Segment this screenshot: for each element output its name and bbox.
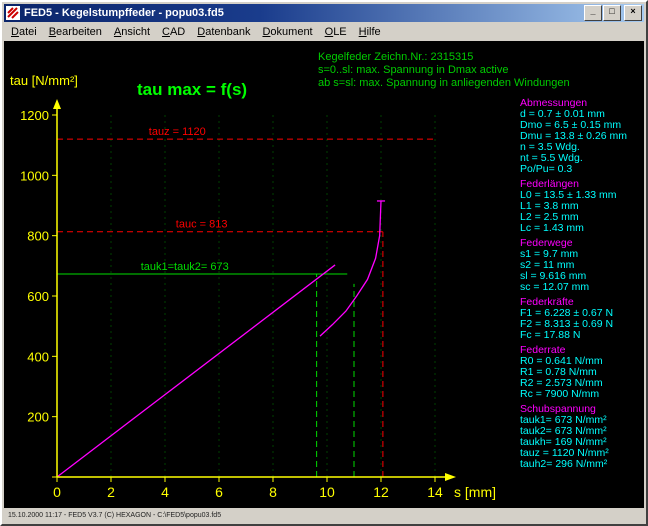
menu-item-bearbeiten[interactable]: Bearbeiten xyxy=(43,24,108,40)
x-tick-label: 10 xyxy=(319,484,335,500)
app-icon-graphic xyxy=(6,6,20,20)
titlebar[interactable]: FED5 - Kegelstumpffeder - popu03.fd5 _ □… xyxy=(4,4,644,22)
y-tick-label: 200 xyxy=(27,410,49,425)
menu-rest: nsicht xyxy=(121,26,150,38)
y-tick-label: 400 xyxy=(27,349,49,364)
menu-item-datei[interactable]: Datei xyxy=(5,24,43,40)
menu-item-hilfe[interactable]: Hilfe xyxy=(353,24,387,40)
drawing-number-line: Kegelfeder Zeichn.Nr.: 2315315 xyxy=(318,51,570,64)
menu-item-cad[interactable]: CAD xyxy=(156,24,191,40)
app-icon[interactable] xyxy=(6,6,20,20)
x-axis-label: s [mm] xyxy=(454,484,496,500)
param-value: Po/Pu= 0.3 xyxy=(520,164,627,175)
menu-rest: okument xyxy=(270,26,312,38)
param-value: Lc = 1.43 mm xyxy=(520,223,627,234)
panel-section-abmessungen: Abmessungen d = 0.7 ± 0.01 mm Dmo = 6.5 … xyxy=(520,98,627,175)
ref-line-label: tauz = 1120 xyxy=(149,126,206,138)
status-bar: 15.10.2000 11:17 - FED5 V3.7 (C) HEXAGON… xyxy=(4,508,644,522)
menu-accel: B xyxy=(49,26,56,38)
panel-section-federkraefte: Federkräfte F1 = 6.228 ± 0.67 N F2 = 8.3… xyxy=(520,297,627,341)
menu-rest: LE xyxy=(333,26,346,38)
panel-section-federwege: Federwege s1 = 9.7 mm s2 = 11 mm sl = 9.… xyxy=(520,238,627,293)
x-tick-label: 2 xyxy=(107,484,115,500)
window-title: FED5 - Kegelstumpffeder - popu03.fd5 xyxy=(24,7,583,19)
menu-rest: earbeiten xyxy=(56,26,102,38)
stress-curve xyxy=(57,265,335,477)
menu-rest: AD xyxy=(170,26,185,38)
x-tick-label: 14 xyxy=(427,484,443,500)
x-tick-label: 0 xyxy=(53,484,61,500)
stress-curve xyxy=(320,201,381,336)
menu-accel: H xyxy=(359,26,367,38)
param-value: tauh2= 296 N/mm² xyxy=(520,459,627,470)
param-value: Rc = 7900 N/mm xyxy=(520,389,627,400)
menu-accel: D xyxy=(11,26,19,38)
minimize-button[interactable]: _ xyxy=(584,5,602,21)
parameter-panel: Abmessungen d = 0.7 ± 0.01 mm Dmo = 6.5 … xyxy=(520,98,627,474)
close-button[interactable]: × xyxy=(624,5,642,21)
x-tick-label: 8 xyxy=(269,484,277,500)
x-tick-label: 4 xyxy=(161,484,169,500)
x-tick-label: 6 xyxy=(215,484,223,500)
x-axis-arrow xyxy=(445,473,456,481)
param-value: Fc = 17.88 N xyxy=(520,330,627,341)
plot-area: tauz = 1120 tauc = 813 tauk1=tauk2= 673 0 2 4… xyxy=(4,41,644,508)
panel-section-federrate: Federrate R0 = 0.641 N/mm R1 = 0.78 N/mm… xyxy=(520,345,627,400)
menu-rest: ilfe xyxy=(367,26,381,38)
y-axis-arrow xyxy=(53,99,61,109)
status-text: 15.10.2000 11:17 - FED5 V3.7 (C) HEXAGON… xyxy=(8,512,221,519)
y-axis-label: tau [N/mm²] xyxy=(10,73,78,88)
application-window: FED5 - Kegelstumpffeder - popu03.fd5 _ □… xyxy=(0,0,648,526)
menu-accel: D xyxy=(197,26,205,38)
menu-bar: Datei Bearbeiten Ansicht CAD Datenbank D… xyxy=(4,22,644,41)
note-line-2: ab s=sl: max. Spannung in anliegenden Wi… xyxy=(318,77,570,90)
ref-line-label: tauc = 813 xyxy=(176,219,228,231)
menu-rest: atenbank xyxy=(205,26,250,38)
note-line-1: s=0..sl: max. Spannung in Dmax active xyxy=(318,64,570,77)
y-tick-label: 600 xyxy=(27,289,49,304)
panel-section-schubspannung: Schubspannung tauk1= 673 N/mm² tauk2= 67… xyxy=(520,404,627,470)
chart-title: tau max = f(s) xyxy=(137,80,247,99)
ref-line-label: tauk1=tauk2= 673 xyxy=(141,261,229,273)
maximize-button[interactable]: □ xyxy=(603,5,621,21)
menu-item-datenbank[interactable]: Datenbank xyxy=(191,24,256,40)
panel-section-federlaengen: Federlängen L0 = 13.5 ± 1.33 mm L1 = 3.8… xyxy=(520,179,627,234)
menu-item-dokument[interactable]: Dokument xyxy=(256,24,318,40)
x-tick-label: 12 xyxy=(373,484,389,500)
menu-item-ole[interactable]: OLE xyxy=(319,24,353,40)
y-tick-label: 1200 xyxy=(20,108,49,123)
y-tick-label: 800 xyxy=(27,229,49,244)
menu-accel: C xyxy=(162,26,170,38)
menu-accel: O xyxy=(325,26,334,38)
y-tick-label: 1000 xyxy=(20,168,49,183)
param-value: sc = 12.07 mm xyxy=(520,282,627,293)
menu-rest: atei xyxy=(19,26,37,38)
chart-header-text: Kegelfeder Zeichn.Nr.: 2315315 s=0..sl: … xyxy=(318,51,570,90)
menu-item-ansicht[interactable]: Ansicht xyxy=(108,24,156,40)
